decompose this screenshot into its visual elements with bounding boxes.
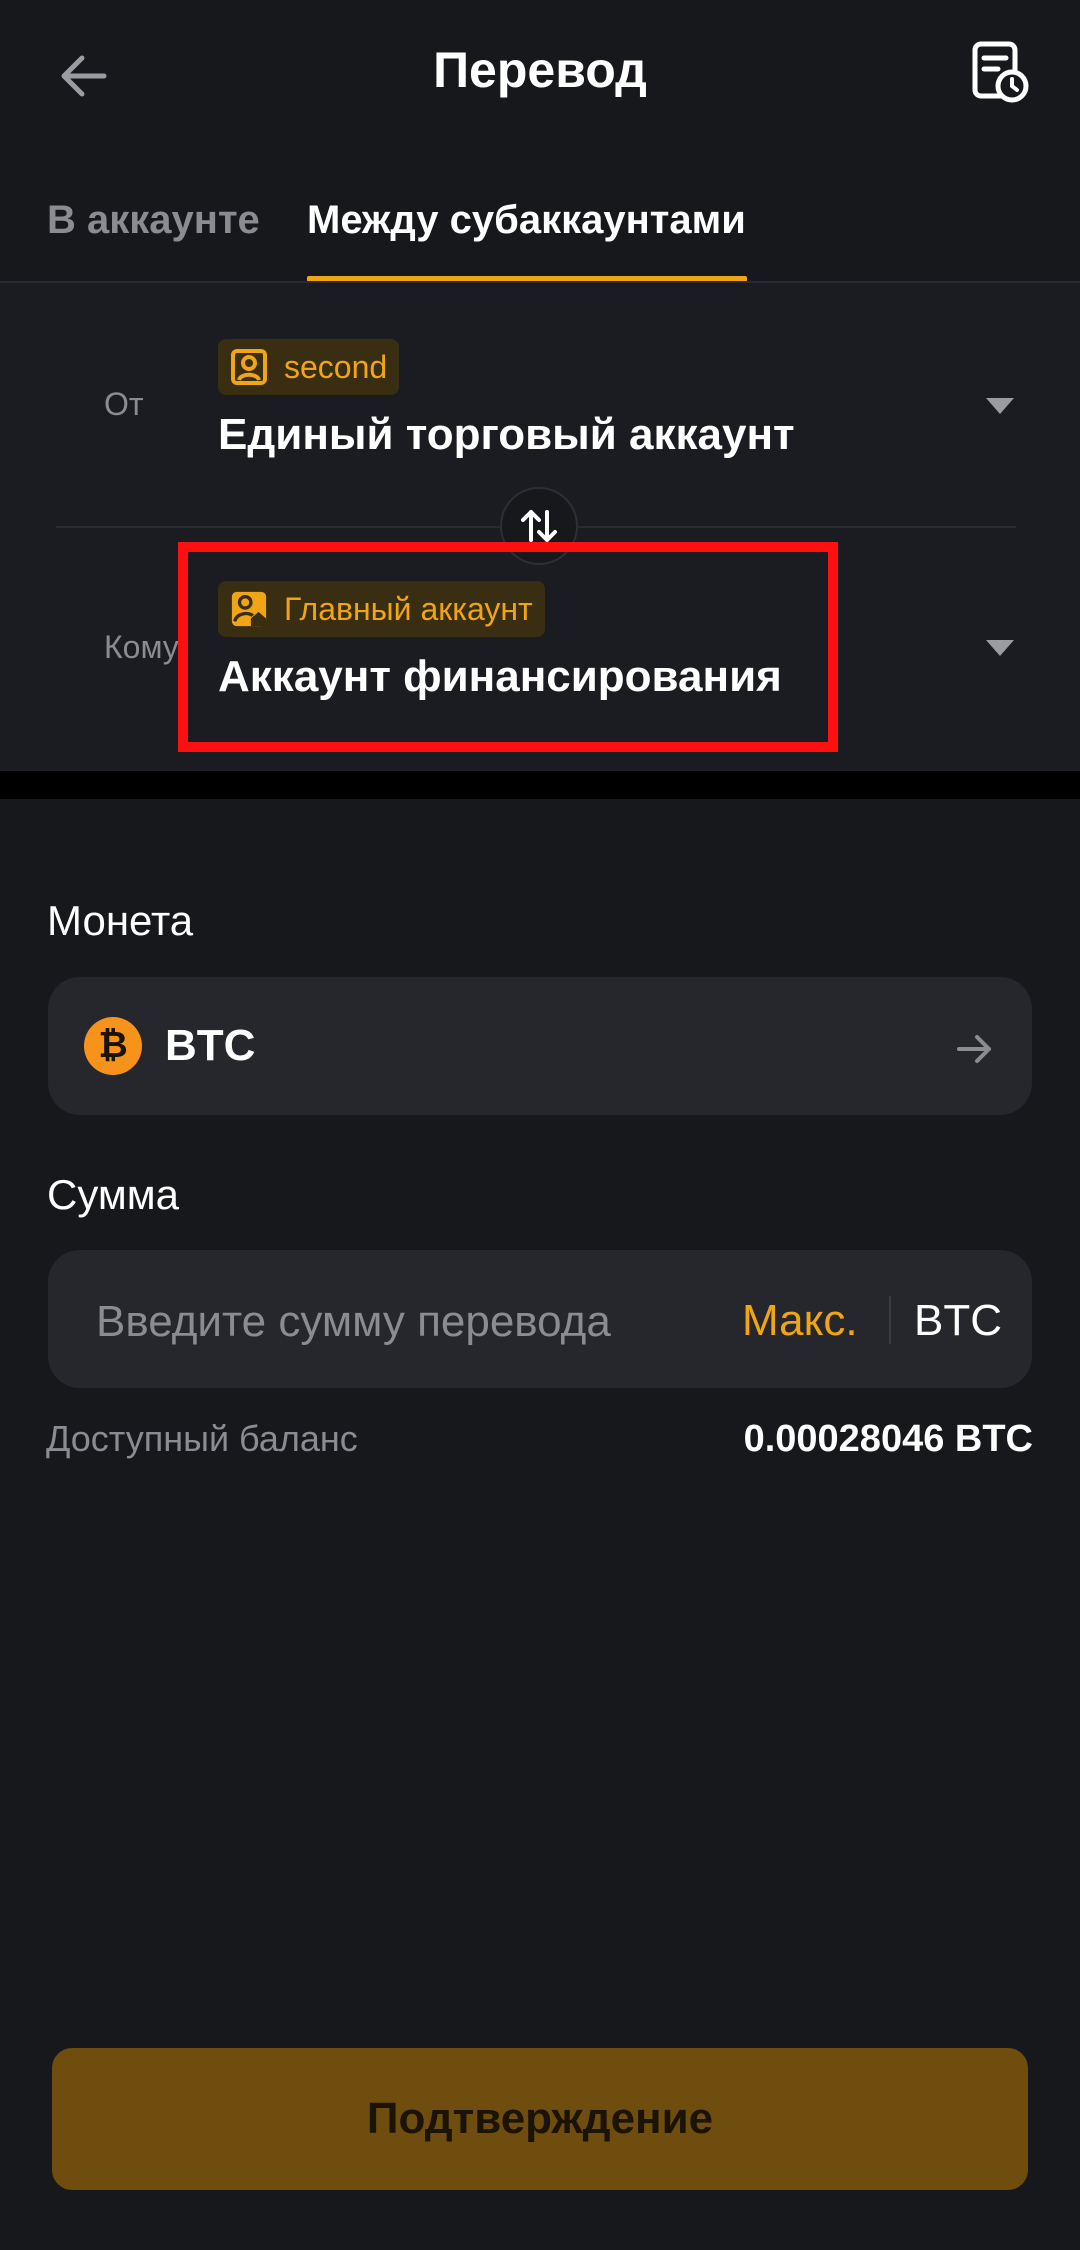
page-title: Перевод xyxy=(433,42,647,98)
amount-input[interactable] xyxy=(96,1292,716,1352)
highlight-box xyxy=(178,542,838,752)
max-button[interactable]: Макс. xyxy=(742,1291,858,1351)
from-caret-down-icon xyxy=(986,398,1014,414)
amount-label: Сумма xyxy=(47,1171,179,1218)
confirm-button[interactable]: Подтверждение xyxy=(52,2048,1028,2190)
coin-value: BTC xyxy=(165,1021,256,1070)
from-label: От xyxy=(104,386,144,422)
to-label: Кому xyxy=(104,629,179,665)
amount-separator xyxy=(889,1296,891,1344)
from-badge-label: second xyxy=(284,348,388,385)
available-balance-value: 0.00028046 BTC xyxy=(743,1418,1033,1460)
section-divider xyxy=(0,771,1080,799)
tab-between-subaccounts[interactable]: Между субаккаунтами xyxy=(307,190,746,250)
from-account-name: Единый торговый аккаунт xyxy=(218,410,795,459)
bitcoin-icon: ₿ xyxy=(84,1017,142,1075)
to-caret-down-icon xyxy=(986,640,1014,656)
from-account-badge: second xyxy=(218,339,400,395)
coin-label: Монета xyxy=(47,897,194,944)
user-icon xyxy=(230,348,268,386)
from-account-selector[interactable] xyxy=(0,300,1080,500)
transfer-history-button[interactable] xyxy=(960,32,1040,112)
document-clock-icon xyxy=(972,41,1029,103)
amount-unit: BTC xyxy=(914,1296,1002,1345)
available-balance-label: Доступный баланс xyxy=(46,1418,358,1459)
arrow-right-icon xyxy=(950,1024,1000,1074)
tab-in-account[interactable]: В аккаунте xyxy=(47,190,260,250)
